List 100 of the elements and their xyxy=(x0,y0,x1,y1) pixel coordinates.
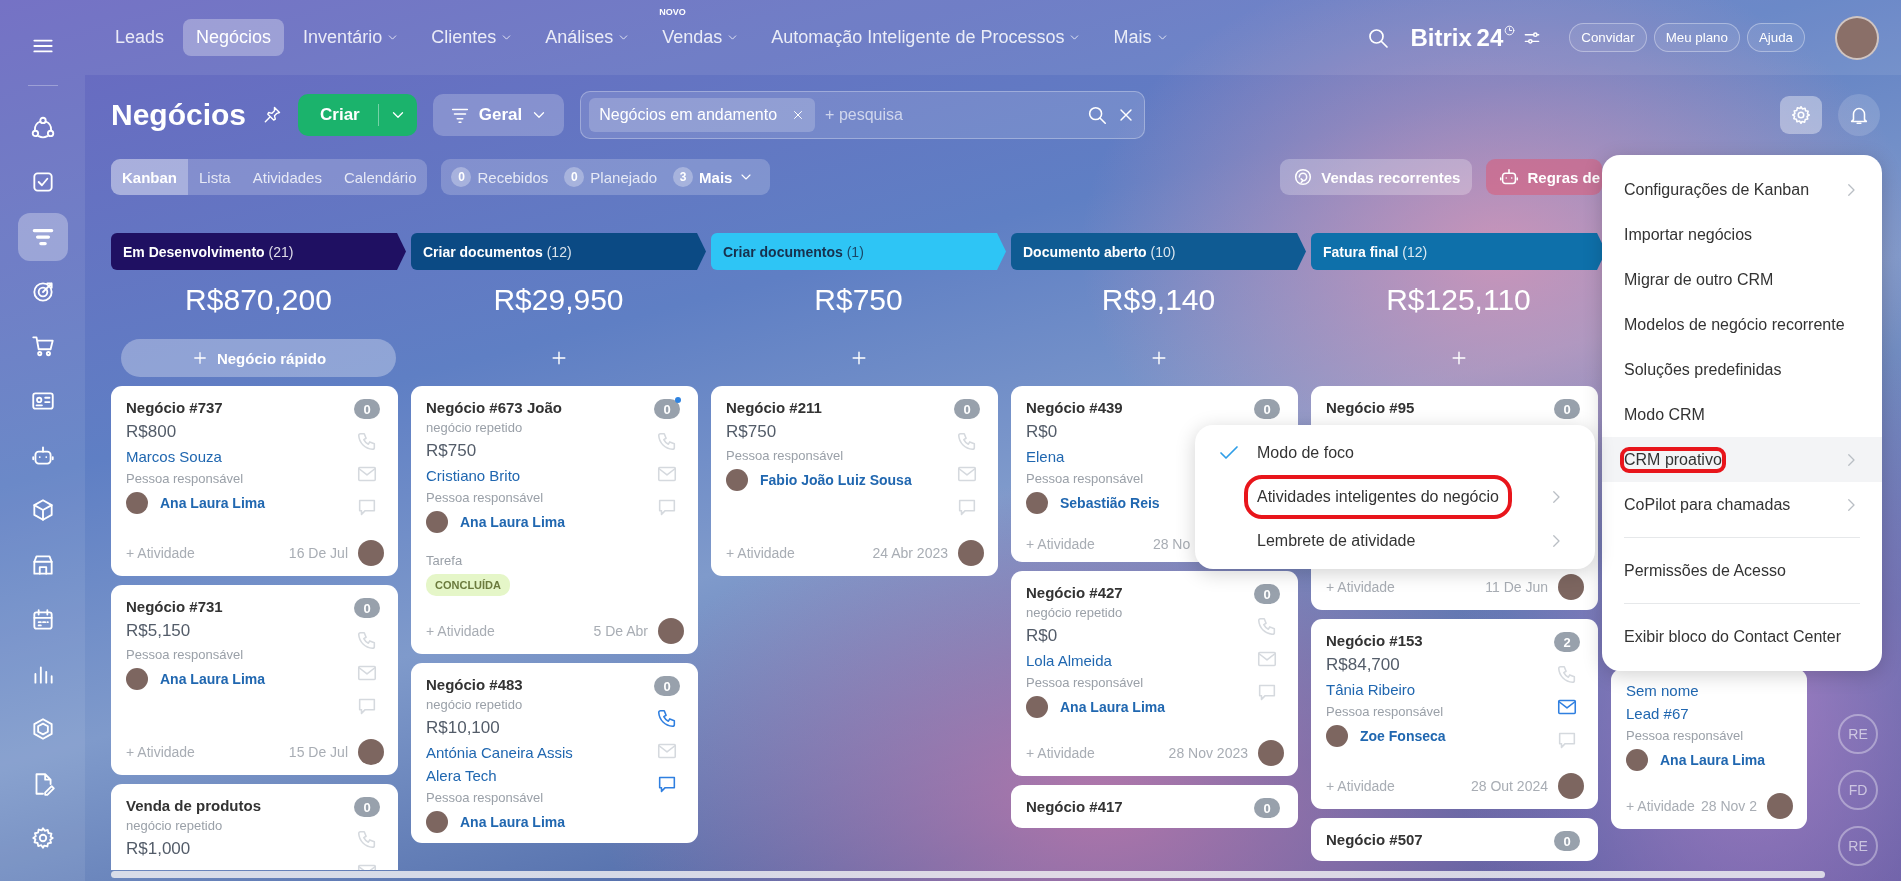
deal-subtitle: negócio repetido xyxy=(426,697,523,712)
logo: Bitrix 24 xyxy=(1410,23,1517,52)
contact-link[interactable]: Tânia Ribeiro xyxy=(1326,681,1416,698)
user-avatar xyxy=(958,540,984,566)
menu-item[interactable]: Soluções predefinidas xyxy=(1602,347,1882,392)
user-avatar xyxy=(126,668,148,690)
nav-tab[interactable]: Inventário xyxy=(290,19,413,56)
deal-title[interactable]: Negócio #427 xyxy=(1026,584,1123,601)
contact-link[interactable]: Sem nome xyxy=(1626,682,1699,699)
deal-title[interactable]: Negócio #731 xyxy=(126,598,223,615)
user-avatar xyxy=(1026,492,1048,514)
deal-title[interactable]: Venda de produtos xyxy=(126,797,261,814)
deal-subtitle: negócio repetido xyxy=(126,818,223,833)
stage-total: R$29,950 xyxy=(492,282,625,318)
deal-card[interactable]: Negócio #737 R$800 Marcos Souza Pessoa responsável Ana Laura Lima 0 + Atividade 16 De Jul xyxy=(111,386,398,576)
header-button[interactable]: Ajuda xyxy=(1746,23,1805,52)
deal-card[interactable]: Negócio #673 João negócio repetido R$750 Cristiano Brito Pessoa responsável Ana Laura Lima Tarefa CONCLUÍDA 0 + Atividade 5 De Abr xyxy=(411,386,698,654)
user-avatar xyxy=(358,739,384,765)
responsible-link[interactable]: Ana Laura Lima xyxy=(460,814,566,830)
stage-header[interactable]: Documento aberto (10) xyxy=(1011,233,1306,270)
deal-title[interactable]: Negócio #507 xyxy=(1326,831,1423,848)
rules-button[interactable]: Regras de xyxy=(1486,159,1602,195)
stage-header[interactable]: Em Desenvolvimento (21) xyxy=(111,233,406,270)
deal-amount: R$1,000 xyxy=(126,839,191,859)
contact-link[interactable]: Marcos Souza xyxy=(126,448,222,465)
user-avatar xyxy=(1326,725,1348,747)
responsible-link[interactable]: Ana Laura Lima xyxy=(160,495,266,511)
deal-card[interactable]: Venda de produtos negócio repetido R$1,000 0 xyxy=(111,784,398,870)
stage-header[interactable]: Criar documentos (1) xyxy=(711,233,1006,270)
stage-total: R$750 xyxy=(813,282,904,318)
menu-item[interactable]: Modo CRM xyxy=(1602,392,1882,437)
contact-link[interactable]: Cristiano Brito xyxy=(426,467,521,484)
preset-button[interactable]: Geral xyxy=(432,94,565,136)
responsible-link[interactable]: Ana Laura Lima xyxy=(1660,752,1766,768)
counter-badge: 0 xyxy=(354,797,380,817)
stage-total: R$9,140 xyxy=(1100,282,1217,318)
responsible-link[interactable]: Zoe Fonseca xyxy=(1360,728,1446,744)
deal-date: 5 De Abr xyxy=(593,623,648,639)
deal-title[interactable]: Negócio #417 xyxy=(1026,798,1123,815)
contact-link[interactable]: Antónia Caneira Assis xyxy=(426,744,573,761)
contact-link[interactable]: Lola Almeida xyxy=(1026,652,1112,669)
field-label: Pessoa responsável xyxy=(1026,675,1144,690)
deal-card[interactable]: Negócio #507 0 xyxy=(1311,818,1598,861)
deal-title[interactable]: Negócio #95 xyxy=(1326,399,1415,416)
contact-link[interactable]: Elena xyxy=(1026,448,1065,465)
nav-tab[interactable]: Clientes xyxy=(418,19,527,56)
deal-amount: R$0 xyxy=(1026,422,1058,442)
nav-tab[interactable]: Automação Inteligente de Processos xyxy=(758,19,1095,56)
deal-date: 16 De Jul xyxy=(288,545,348,561)
user-avatar xyxy=(1767,793,1793,819)
deal-card[interactable]: Sem nome Lead #67 Pessoa responsável Ana Laura Lima + Atividade 28 Nov 2 xyxy=(1611,669,1807,829)
responsible-link[interactable]: Ana Laura Lima xyxy=(460,514,566,530)
responsible-link[interactable]: Sebastião Reis xyxy=(1060,495,1160,511)
responsible-link[interactable]: Fabio João Luiz Sousa xyxy=(760,472,912,488)
deal-title[interactable]: Negócio #483 xyxy=(426,676,523,693)
deal-date: 11 De Jun xyxy=(1485,579,1548,595)
nav-tab[interactable]: Mais xyxy=(1100,19,1182,56)
contact-link[interactable]: Alera Tech xyxy=(426,767,497,784)
settings-button[interactable] xyxy=(1780,96,1822,134)
sidebar-button[interactable] xyxy=(17,213,68,261)
field-label: Pessoa responsável xyxy=(126,647,244,662)
phone-icon[interactable] xyxy=(656,707,678,729)
menu-item[interactable]: CRM proativo xyxy=(1602,437,1882,482)
nav-tab[interactable]: Análises xyxy=(532,19,644,56)
deal-card[interactable]: Negócio #483 negócio repetido R$10,100 Antónia Caneira Assis Alera Tech Pessoa responsável Ana Laura Lima 0 xyxy=(411,663,698,843)
nav-tab[interactable]: Leads xyxy=(102,19,178,56)
contact-link[interactable]: Lead #67 xyxy=(1626,705,1689,722)
notifications-button[interactable] xyxy=(1838,94,1880,136)
deal-card[interactable]: Negócio #427 negócio repetido R$0 Lola Almeida Pessoa responsável Ana Laura Lima 0 + Atividade 28 Nov 2023 xyxy=(1011,571,1298,776)
menu-item[interactable]: Exibir bloco do Contact Center xyxy=(1602,614,1882,659)
deal-date: 28 Out 2024 xyxy=(1470,778,1548,794)
counter-badge: 0 xyxy=(354,399,380,419)
stage-total: R$125,110 xyxy=(1385,282,1532,318)
counter-filter[interactable]: 3 Mais xyxy=(673,167,763,187)
deal-title[interactable]: Negócio #153 xyxy=(1326,632,1423,649)
counter-badge: 0 xyxy=(654,399,680,419)
deal-title[interactable]: Negócio #211 xyxy=(726,399,822,416)
stage-header[interactable]: Criar documentos (12) xyxy=(411,233,706,270)
responsible-link[interactable]: Ana Laura Lima xyxy=(160,671,266,687)
deal-title[interactable]: Negócio #673 João xyxy=(426,399,562,416)
stage-total: R$870,200 xyxy=(184,282,333,318)
deal-card[interactable]: Negócio #153 R$84,700 Tânia Ribeiro Pessoa responsável Zoe Fonseca 2 + Atividade 28 Out 2024 xyxy=(1311,619,1598,809)
user-avatar[interactable] xyxy=(1835,15,1879,60)
menu-item[interactable]: Modelos de negócio recorrente xyxy=(1602,302,1882,347)
menu-item[interactable]: CoPilot para chamadas xyxy=(1602,482,1882,527)
responsible-link[interactable]: Ana Laura Lima xyxy=(1060,699,1166,715)
deal-card[interactable]: Negócio #211 R$750 Pessoa responsável Fabio João Luiz Sousa 0 + Atividade 24 Abr 2023 xyxy=(711,386,998,576)
deal-amount: R$800 xyxy=(126,422,177,442)
field-label: Pessoa responsável xyxy=(1326,704,1444,719)
menu-item[interactable]: Permissões de Acesso xyxy=(1602,548,1882,593)
header-button[interactable]: Meu plano xyxy=(1653,23,1740,52)
deal-title[interactable]: Negócio #439 xyxy=(1026,399,1123,416)
menu-item[interactable]: Configurações de Kanban xyxy=(1602,167,1882,212)
deal-card[interactable]: Negócio #417 0 xyxy=(1011,785,1298,828)
scrollbar[interactable] xyxy=(111,871,1825,878)
field-label: Pessoa responsável xyxy=(126,471,244,486)
status-badge: CONCLUÍDA xyxy=(426,574,510,596)
deal-card[interactable]: Negócio #731 R$5,150 Pessoa responsável Ana Laura Lima 0 + Atividade 15 De Jul xyxy=(111,585,398,775)
deal-title[interactable]: Negócio #737 xyxy=(126,399,223,416)
field-label: Tarefa xyxy=(426,553,463,568)
